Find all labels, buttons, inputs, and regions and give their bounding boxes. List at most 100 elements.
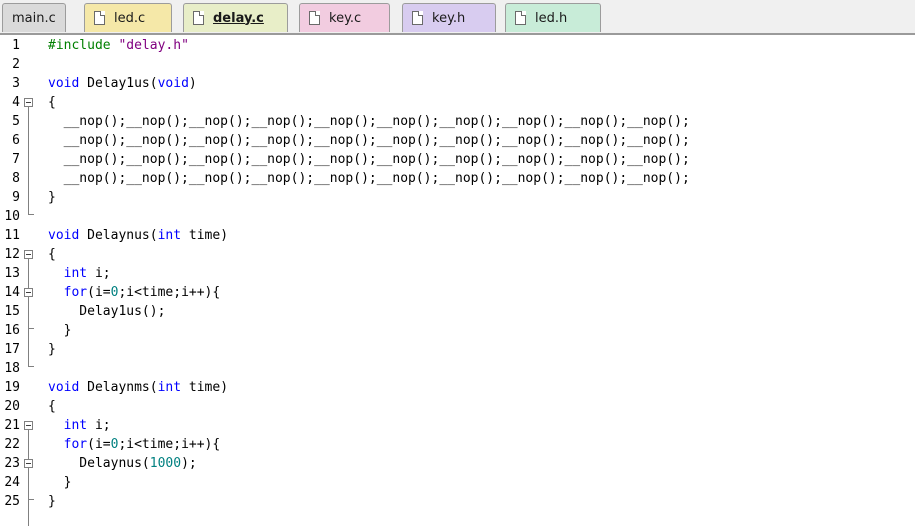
code-text: time)	[181, 228, 229, 243]
line-number: 23	[4, 456, 20, 471]
code-line: {	[48, 247, 56, 262]
code-line: #include "delay.h"	[48, 39, 189, 52]
fold-collapse-icon[interactable]	[24, 288, 33, 297]
code-text: i;	[87, 266, 111, 281]
function-name: Delaynms(	[79, 380, 158, 395]
file-icon	[94, 11, 105, 25]
code-editor[interactable]: 1 2 3 4 5 6 7 8 9 10 11 12 13 14 15 16 1…	[0, 35, 915, 526]
fold-collapse-icon[interactable]	[24, 98, 33, 107]
code-line: void Delaynus(int time)	[48, 229, 228, 242]
line-number: 14	[4, 285, 20, 300]
line-number: 19	[4, 380, 20, 395]
file-icon	[412, 11, 423, 25]
fold-line	[28, 259, 29, 366]
line-number: 24	[4, 475, 20, 490]
code-text: )	[188, 76, 197, 91]
tab-label: key.h	[432, 10, 466, 26]
keyword: int	[63, 418, 88, 433]
tab-led-c[interactable]: led.c	[84, 3, 172, 32]
code-text: (i=	[87, 437, 111, 452]
fold-line	[28, 430, 29, 526]
line-number: 8	[12, 171, 20, 186]
tab-main-c[interactable]: main.c	[2, 3, 66, 32]
code-line: __nop();__nop();__nop();__nop();__nop();…	[48, 171, 690, 186]
keyword: void	[48, 228, 80, 243]
line-number: 11	[4, 228, 20, 243]
string-literal: "delay.h"	[118, 38, 189, 53]
code-line: __nop();__nop();__nop();__nop();__nop();…	[48, 133, 690, 148]
line-number: 17	[4, 342, 20, 357]
line-number: 18	[4, 361, 20, 376]
line-number-gutter: 1 2 3 4 5 6 7 8 9 10 11 12 13 14 15 16 1…	[0, 35, 20, 526]
code-text: );	[181, 456, 197, 471]
keyword: int	[63, 266, 88, 281]
line-number: 20	[4, 399, 20, 414]
line-number: 2	[12, 57, 20, 72]
line-number: 25	[4, 494, 20, 509]
fold-end-marker	[28, 366, 34, 367]
fold-end-marker	[28, 214, 34, 215]
code-line: {	[48, 399, 56, 414]
file-icon	[193, 11, 204, 25]
tab-delay-c[interactable]: delay.c	[183, 3, 288, 32]
code-line: }	[48, 475, 72, 490]
keyword: for	[63, 437, 88, 452]
keyword: void	[48, 76, 80, 91]
code-line: Delay1us();	[48, 304, 166, 319]
line-number: 15	[4, 304, 20, 319]
file-icon	[309, 11, 320, 25]
code-text: time)	[181, 380, 229, 395]
line-number: 10	[4, 209, 20, 224]
line-number: 16	[4, 323, 20, 338]
tab-label: delay.c	[213, 10, 264, 26]
tab-key-c[interactable]: key.c	[299, 3, 390, 32]
number-literal: 1000	[149, 456, 182, 471]
fold-line	[28, 107, 29, 214]
code-line: __nop();__nop();__nop();__nop();__nop();…	[48, 114, 690, 129]
keyword: void	[157, 76, 189, 91]
line-number: 12	[4, 247, 20, 262]
fold-collapse-icon[interactable]	[24, 421, 33, 430]
line-number: 3	[12, 76, 20, 91]
code-line: {	[48, 95, 56, 110]
fold-collapse-icon[interactable]	[24, 250, 33, 259]
code-line: Delaynus(1000);	[48, 456, 197, 471]
code-text: (i=	[87, 285, 111, 300]
file-tab-bar: main.c led.c delay.c key.c key.h led.h	[0, 0, 915, 35]
tab-led-h[interactable]: led.h	[505, 3, 601, 32]
line-number: 21	[4, 418, 20, 433]
fold-collapse-icon[interactable]	[24, 459, 33, 468]
code-line: void Delaynms(int time)	[48, 381, 228, 394]
line-number: 5	[12, 114, 20, 129]
line-number: 22	[4, 437, 20, 452]
tab-key-h[interactable]: key.h	[402, 3, 496, 32]
code-line: }	[48, 190, 56, 205]
code-text: i;	[87, 418, 111, 433]
code-line: }	[48, 323, 72, 338]
code-area[interactable]: #include "delay.h" void Delay1us(void) {…	[48, 35, 915, 526]
keyword: void	[48, 380, 80, 395]
keyword: for	[63, 285, 88, 300]
code-text: Delaynus(	[48, 456, 150, 471]
tab-label: main.c	[12, 10, 56, 26]
code-text: ;i<time;i++){	[118, 285, 221, 300]
code-line: for(i=0;i<time;i++){	[48, 437, 221, 452]
code-line: }	[48, 494, 56, 509]
fold-end-marker	[28, 499, 34, 500]
code-line: int i;	[48, 267, 111, 280]
fold-margin	[24, 35, 48, 526]
line-number: 1	[12, 38, 20, 53]
line-number: 7	[12, 152, 20, 167]
code-line: int i;	[48, 419, 111, 432]
keyword: int	[157, 380, 182, 395]
file-icon	[515, 11, 526, 25]
tab-label: key.c	[329, 10, 362, 26]
line-number: 9	[12, 190, 20, 205]
preprocessor-directive: #include	[48, 38, 111, 53]
line-number: 6	[12, 133, 20, 148]
code-line: void Delay1us(void)	[48, 77, 197, 90]
code-line: __nop();__nop();__nop();__nop();__nop();…	[48, 152, 690, 167]
function-name: Delay1us(	[79, 76, 158, 91]
code-text: ;i<time;i++){	[118, 437, 221, 452]
keyword: int	[157, 228, 182, 243]
